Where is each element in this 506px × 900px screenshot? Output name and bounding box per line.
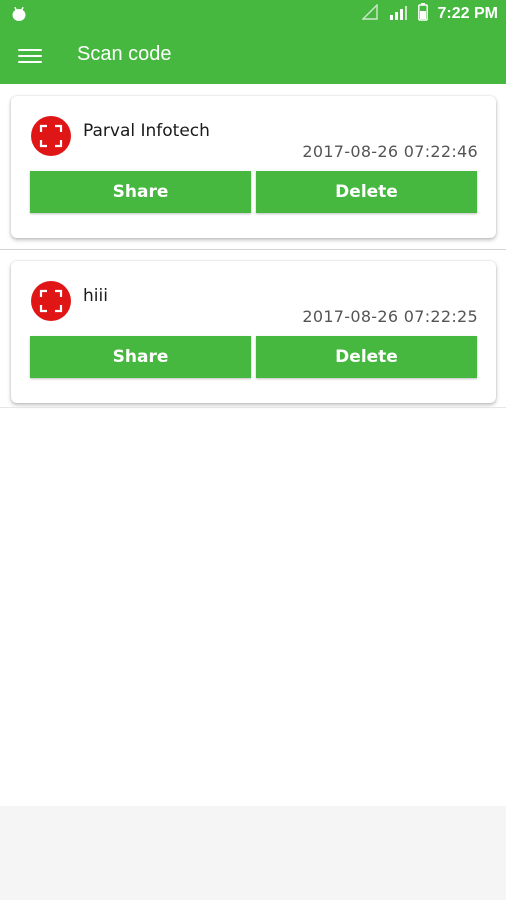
battery-icon <box>417 2 428 26</box>
status-time: 7:22 PM <box>437 5 498 22</box>
android-notification-icon <box>10 5 28 23</box>
app-bar: Scan code <box>0 28 506 84</box>
scan-target-icon <box>31 116 71 156</box>
scan-item-name: hiii <box>83 286 108 306</box>
scan-item-card[interactable]: hiii 2017-08-26 07:22:25 Share Delete <box>11 261 496 403</box>
divider <box>0 249 506 250</box>
scan-item-date: 2017-08-26 07:22:46 <box>302 142 478 161</box>
page-title: Scan code <box>77 43 172 65</box>
bottom-area <box>0 806 506 900</box>
scan-item-card[interactable]: Parval Infotech 2017-08-26 07:22:46 Shar… <box>11 96 496 238</box>
menu-icon[interactable] <box>16 42 44 70</box>
divider <box>0 407 506 408</box>
scan-target-icon <box>31 281 71 321</box>
delete-button[interactable]: Delete <box>256 336 477 378</box>
status-bar: 7:22 PM <box>0 0 506 28</box>
share-button[interactable]: Share <box>30 171 251 213</box>
scan-item-date: 2017-08-26 07:22:25 <box>302 307 478 326</box>
scan-item-name: Parval Infotech <box>83 121 210 141</box>
share-button[interactable]: Share <box>30 336 251 378</box>
signal-empty-icon <box>360 2 378 25</box>
delete-button[interactable]: Delete <box>256 171 477 213</box>
signal-3g-icon <box>388 3 408 26</box>
